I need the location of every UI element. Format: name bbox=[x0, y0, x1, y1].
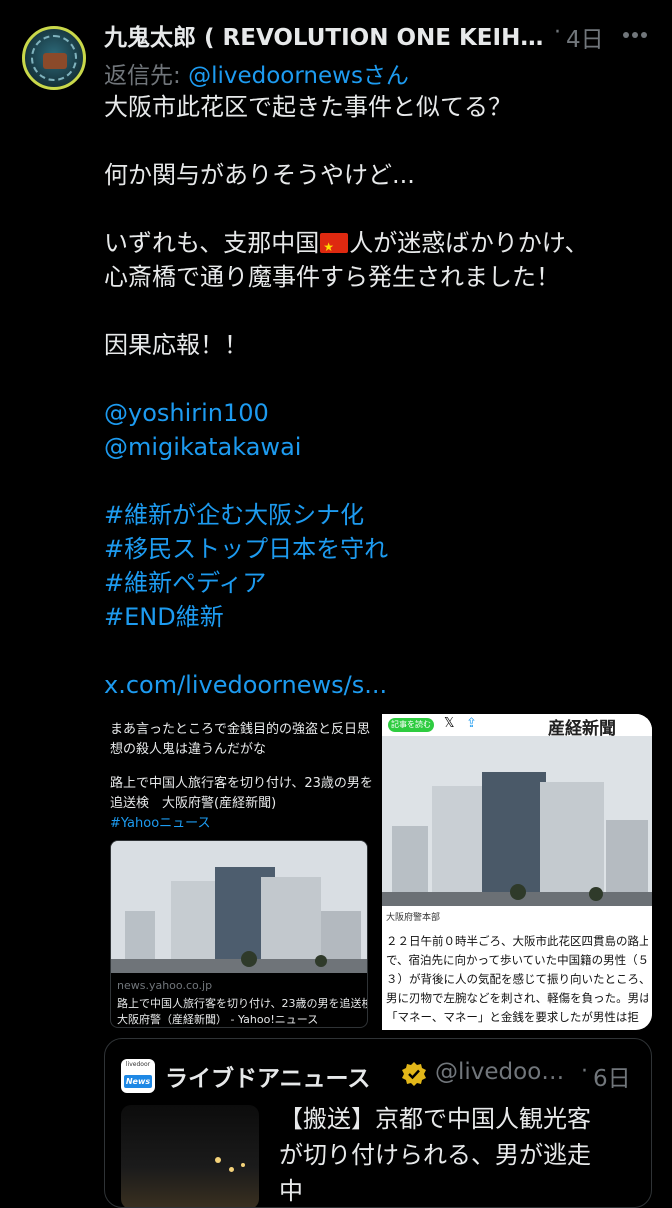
quoted-author-name: ライブドアニュース bbox=[165, 1066, 371, 1092]
media-image-left[interactable]: まあ言ったところで金銭目的の強盗と反日思 想の殺人鬼は違うんだがな 路上で中国人… bbox=[104, 714, 376, 1030]
quoted-text-line: 【搬送】京都で中国人観光客 bbox=[279, 1105, 591, 1133]
mention-link[interactable]: @yoshirin100 bbox=[104, 396, 664, 430]
article-line: ３）が背後に人の気配を感じて振り向いたところ、 bbox=[386, 972, 648, 986]
separator-dot: · bbox=[581, 1059, 588, 1084]
screenshot-toolbar: 記事を読む 𝕏 ⇪ 産経新聞 bbox=[382, 714, 652, 739]
read-article-pill: 記事を読む bbox=[388, 718, 434, 732]
post-text-line: 心斎橋で通り魔事件すら発生されました！ bbox=[104, 263, 560, 291]
post-body: 大阪市此花区で起きた事件と似てる？ 何か関与がありそうやけど... いずれも、支… bbox=[104, 90, 664, 702]
street-light bbox=[215, 1157, 221, 1163]
x-logo-icon: 𝕏 bbox=[444, 716, 455, 731]
china-flag-icon bbox=[320, 230, 349, 264]
post-text-segment: いずれも、支那中国 bbox=[104, 229, 320, 257]
hashtag-link[interactable]: #維新ペディア bbox=[104, 566, 664, 600]
more-options-icon[interactable] bbox=[620, 22, 650, 48]
street-light bbox=[241, 1163, 245, 1167]
quoted-text: 【搬送】京都で中国人観光客 が切り付けられる、男が逃走 中 bbox=[279, 1101, 643, 1207]
article-line: で、宿泊先に向かって歩いていた中国籍の男性（５ bbox=[386, 953, 648, 967]
reply-to-label: 返信先: bbox=[104, 63, 189, 89]
article-text: ２２日午前０時半ごろ、大阪市此花区四貫島の路上 で、宿泊先に向かって歩いていた中… bbox=[386, 932, 648, 1027]
quoted-thumbnail bbox=[121, 1105, 259, 1207]
screenshot-text: 追送検 大阪府警(産経新聞) bbox=[110, 796, 277, 811]
street-light bbox=[229, 1167, 234, 1172]
quoted-text-line: 中 bbox=[279, 1177, 303, 1205]
quoted-timestamp: 6日 bbox=[593, 1066, 631, 1092]
media-image-right[interactable]: 記事を読む 𝕏 ⇪ 産経新聞 大阪府警本部 ２２日午前０時半ごろ、大阪市此花区四… bbox=[382, 714, 652, 1030]
mention-link[interactable]: @migikatakawai bbox=[104, 430, 664, 464]
reply-to-handle[interactable]: @livedoornewsさん bbox=[188, 63, 409, 89]
post-text-line: いずれも、支那中国 人が迷惑ばかりかけ、 bbox=[104, 226, 664, 264]
card-title: 大阪府警（産経新聞） - Yahoo!ニュース bbox=[117, 1013, 319, 1026]
avatar-logo: News bbox=[124, 1075, 152, 1088]
author-name[interactable]: 九鬼太郎 ( REVOLUTION ONE KEIH… bbox=[104, 18, 554, 52]
post-timestamp[interactable]: 4日 bbox=[566, 20, 604, 54]
quoted-post[interactable]: livedoor News ライブドアニュース @livedoo… · 6日 【… bbox=[104, 1038, 652, 1208]
hashtag-link[interactable]: #END維新 bbox=[104, 600, 664, 634]
screenshot-hashtag: #Yahooニュース bbox=[110, 816, 211, 831]
author-avatar[interactable] bbox=[22, 26, 86, 90]
avatar-emblem bbox=[43, 53, 67, 69]
building-photo bbox=[382, 736, 652, 906]
post-text-line: 因果応報！！ bbox=[104, 331, 248, 359]
article-line: ２２日午前０時半ごろ、大阪市此花区四貫島の路上 bbox=[386, 934, 648, 948]
screenshot-text: 想の殺人鬼は違うんだがな bbox=[110, 742, 267, 757]
screenshot-text: 路上で中国人旅行客を切り付け、23歳の男を bbox=[110, 776, 373, 791]
post-text-line: 大阪市此花区で起きた事件と似てる？ bbox=[104, 93, 512, 121]
media-grid: まあ言ったところで金銭目的の強盗と反日思 想の殺人鬼は違うんだがな 路上で中国人… bbox=[104, 714, 652, 1030]
hashtag-link[interactable]: #移民ストップ日本を守れ bbox=[104, 532, 664, 566]
verified-badge-icon bbox=[401, 1061, 427, 1087]
quoted-author-avatar: livedoor News bbox=[121, 1059, 155, 1093]
url-link[interactable]: x.com/livedoornews/s... bbox=[104, 668, 664, 702]
post-text-segment: 人が迷惑ばかりかけ、 bbox=[349, 229, 589, 257]
quoted-author-handle: @livedoo… bbox=[435, 1059, 565, 1085]
screenshot-text: まあ言ったところで金銭目的の強盗と反日思 bbox=[110, 722, 371, 737]
share-icon: ⇪ bbox=[466, 716, 477, 731]
hashtag-link[interactable]: #維新が企む大阪シナ化 bbox=[104, 498, 664, 532]
reply-to-line: 返信先: @livedoornewsさん bbox=[104, 56, 409, 90]
building-photo bbox=[111, 841, 367, 973]
post-text-line: 何か関与がありそうやけど... bbox=[104, 161, 415, 189]
avatar-brand-text: livedoor bbox=[125, 1061, 151, 1068]
photo-credit: 大阪府警本部 bbox=[386, 913, 441, 923]
article-line: 男に刃物で左腕などを刺され、軽傷を負った。男は bbox=[386, 991, 648, 1005]
link-card: news.yahoo.co.jp 路上で中国人旅行客を切り付け、23歳の男を追送… bbox=[110, 840, 368, 1028]
card-domain: news.yahoo.co.jp bbox=[117, 979, 213, 992]
separator-dot: · bbox=[554, 20, 561, 45]
article-line: 「マネー、マネー」と金銭を要求したが男性は拒 bbox=[386, 1010, 639, 1024]
card-title: 路上で中国人旅行客を切り付け、23歳の男を追送検 bbox=[117, 997, 368, 1010]
quoted-text-line: が切り付けられる、男が逃走 bbox=[279, 1141, 591, 1169]
